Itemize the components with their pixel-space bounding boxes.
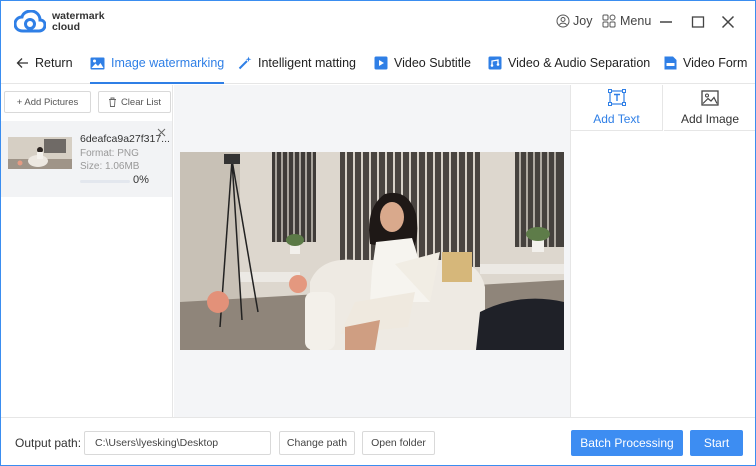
title-bar: watermark cloud Joy Menu	[1, 1, 755, 43]
user-account[interactable]: Joy	[556, 14, 592, 28]
list-item[interactable]: 6deafca9a27f317... Format: PNG Size: 1.0…	[1, 121, 172, 197]
minimize-button[interactable]	[657, 13, 675, 31]
change-path-button[interactable]: Change path	[279, 431, 355, 455]
tab-bar: Return Image watermarking Intelligent ma…	[1, 43, 755, 84]
remove-file-button[interactable]	[155, 126, 167, 138]
maximize-icon	[691, 16, 705, 28]
tab-image-watermarking-label: Image watermarking	[111, 56, 225, 70]
tab-return[interactable]: Return	[16, 43, 73, 83]
tab-video-audio-separation[interactable]: Video & Audio Separation	[488, 43, 650, 83]
preview-area	[174, 85, 570, 417]
cloud-logo-icon	[14, 10, 46, 33]
user-icon	[556, 14, 570, 28]
add-image-label: Add Image	[680, 111, 740, 126]
tab-video-audio-separation-label: Video & Audio Separation	[508, 56, 651, 70]
file-progress-bar	[80, 180, 130, 183]
file-progress-label: 0%	[133, 174, 149, 186]
close-icon	[157, 128, 165, 136]
close-icon	[721, 15, 735, 29]
batch-processing-button[interactable]: Batch Processing	[571, 430, 683, 456]
arrow-left-icon	[16, 58, 28, 68]
file-size: Size: 1.06MB	[80, 161, 140, 172]
output-path-label: Output path:	[15, 436, 82, 450]
preview-image[interactable]	[180, 152, 564, 350]
tab-video-format-label: Video Form	[683, 56, 748, 70]
picture-icon	[701, 89, 719, 106]
maximize-button[interactable]	[689, 13, 707, 31]
add-text-label: Add Text	[593, 112, 640, 126]
file-list-panel: + Add Pictures Clear List 6deafca9a27f31…	[1, 85, 173, 417]
add-text-button[interactable]: Add Text	[571, 85, 663, 131]
logo-line-2: cloud	[52, 21, 80, 33]
close-window-button[interactable]	[719, 13, 737, 31]
tab-image-watermarking[interactable]: Image watermarking	[90, 43, 225, 84]
video-audio-icon	[488, 56, 502, 70]
tab-intelligent-matting[interactable]: Intelligent matting	[238, 43, 356, 83]
clear-list-button[interactable]: Clear List	[98, 91, 171, 113]
file-thumbnail	[8, 137, 72, 169]
watermark-options-panel: Add Text Add Image	[570, 85, 755, 417]
clear-list-label: Clear List	[120, 96, 162, 108]
start-button[interactable]: Start	[690, 430, 743, 456]
file-format: Format: PNG	[80, 148, 139, 159]
app-window: watermark cloud Joy Menu Return Image wa…	[0, 0, 756, 466]
footer-bar: Output path: Change path Open folder Bat…	[1, 417, 755, 465]
output-path-input[interactable]	[84, 431, 271, 455]
open-folder-button[interactable]: Open folder	[362, 431, 435, 455]
tab-video-subtitle[interactable]: Video Subtitle	[374, 43, 471, 83]
video-subtitle-icon	[374, 56, 388, 70]
image-icon	[90, 57, 105, 69]
app-logo: watermark cloud	[14, 10, 105, 34]
text-frame-icon	[607, 89, 626, 106]
tab-video-format[interactable]: Video Form	[664, 43, 747, 83]
grid-menu-icon	[602, 14, 616, 28]
video-format-icon	[664, 56, 677, 70]
magic-wand-icon	[238, 56, 252, 70]
trash-icon	[108, 97, 116, 107]
tab-video-subtitle-label: Video Subtitle	[394, 56, 471, 70]
add-image-button[interactable]: Add Image	[664, 85, 755, 131]
add-pictures-button[interactable]: + Add Pictures	[4, 91, 91, 113]
menu-label: Menu	[620, 14, 652, 28]
menu-button[interactable]: Menu	[602, 14, 651, 28]
minimize-icon	[660, 21, 672, 23]
username-label: Joy	[573, 14, 593, 28]
tab-intelligent-matting-label: Intelligent matting	[258, 56, 356, 70]
tab-return-label: Return	[35, 56, 73, 70]
